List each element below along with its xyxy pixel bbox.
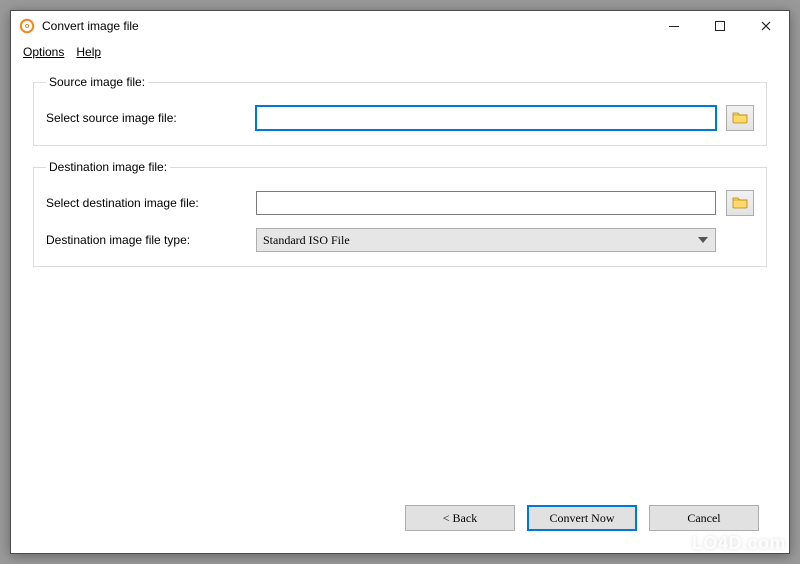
row-dest-file: Select destination image file: <box>46 190 754 216</box>
window-controls <box>651 11 789 41</box>
group-source-legend: Source image file: <box>46 75 148 89</box>
menubar: Options Help <box>11 41 789 65</box>
group-source: Source image file: Select source image f… <box>33 75 767 146</box>
app-disc-icon <box>19 18 35 34</box>
footer: < Back Convert Now Cancel <box>11 499 789 553</box>
menu-options[interactable]: Options <box>23 45 64 59</box>
menu-help[interactable]: Help <box>76 45 101 59</box>
label-dest-type: Destination image file type: <box>46 233 246 247</box>
group-destination-legend: Destination image file: <box>46 160 170 174</box>
browse-dest-button[interactable] <box>726 190 754 216</box>
back-button[interactable]: < Back <box>405 505 515 531</box>
cancel-button[interactable]: Cancel <box>649 505 759 531</box>
browse-source-button[interactable] <box>726 105 754 131</box>
folder-icon <box>732 195 748 212</box>
source-file-input[interactable] <box>256 106 716 130</box>
footer-separator <box>33 490 767 491</box>
maximize-button[interactable] <box>697 11 743 41</box>
row-dest-type: Destination image file type: Standard IS… <box>46 228 754 252</box>
group-destination: Destination image file: Select destinati… <box>33 160 767 267</box>
client-area: Source image file: Select source image f… <box>11 65 789 267</box>
dest-file-input[interactable] <box>256 191 716 215</box>
window-title: Convert image file <box>42 19 139 33</box>
label-dest-file: Select destination image file: <box>46 196 246 210</box>
folder-icon <box>732 110 748 127</box>
titlebar: Convert image file <box>11 11 789 41</box>
label-source-file: Select source image file: <box>46 111 246 125</box>
titlebar-left: Convert image file <box>11 18 139 34</box>
dest-type-select[interactable]: Standard ISO File <box>256 228 716 252</box>
convert-now-button[interactable]: Convert Now <box>527 505 637 531</box>
close-button[interactable] <box>743 11 789 41</box>
row-source-file: Select source image file: <box>46 105 754 131</box>
window: Convert image file Options Help <box>10 10 790 554</box>
minimize-button[interactable] <box>651 11 697 41</box>
